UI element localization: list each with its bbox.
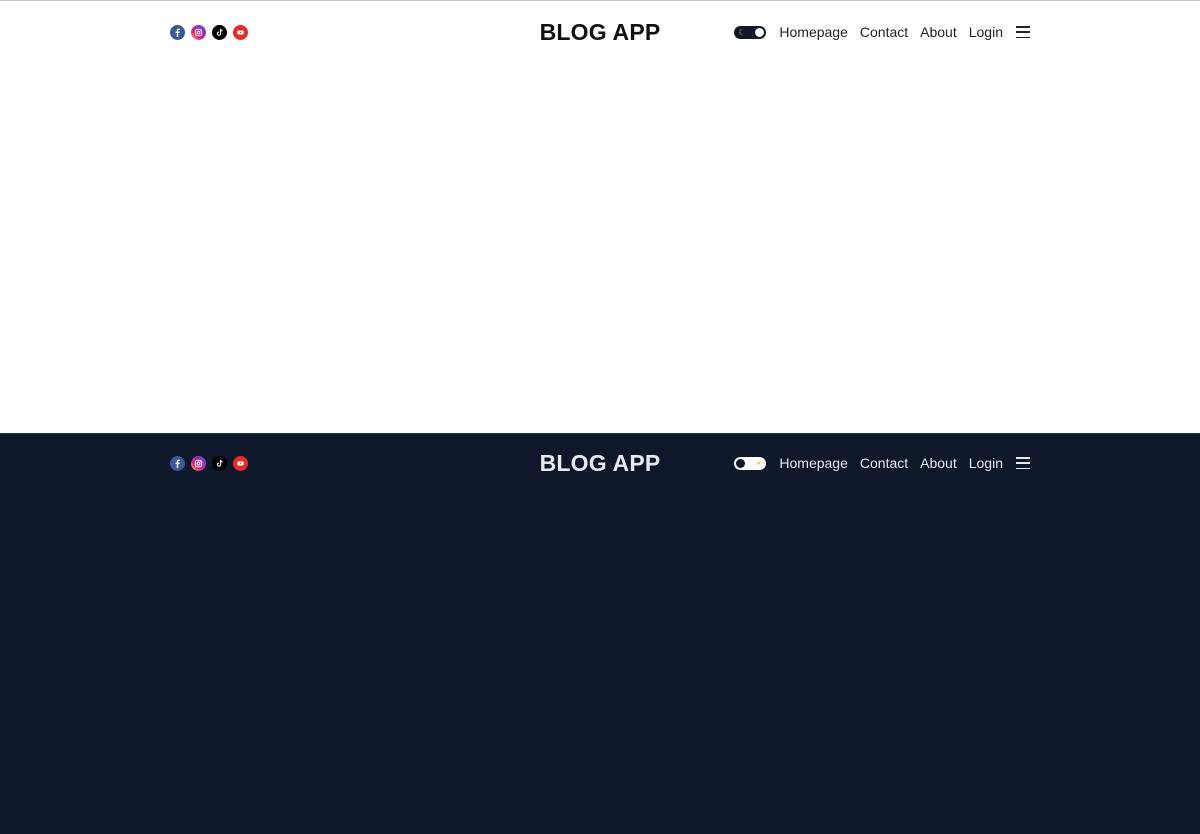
facebook-icon[interactable]: [170, 24, 185, 40]
theme-toggle[interactable]: ☾: [734, 25, 767, 39]
light-theme-panel: BLOG APP ☾ Homepage Contact About Login: [0, 0, 1200, 433]
instagram-icon[interactable]: [191, 24, 206, 40]
nav-link-about[interactable]: About: [920, 455, 957, 471]
toggle-knob: [736, 458, 746, 468]
youtube-icon[interactable]: [233, 24, 248, 40]
tiktok-icon[interactable]: [212, 455, 227, 471]
hamburger-menu-icon[interactable]: [1016, 26, 1030, 38]
navbar-dark: BLOG APP ☀ Homepage Contact About Login: [170, 448, 1030, 478]
nav-link-login[interactable]: Login: [969, 24, 1003, 40]
site-logo[interactable]: BLOG APP: [470, 450, 730, 477]
facebook-icon[interactable]: [170, 455, 185, 471]
sun-icon: ☀: [755, 458, 763, 468]
nav-link-homepage[interactable]: Homepage: [779, 455, 848, 471]
moon-icon: ☾: [738, 27, 746, 37]
dark-theme-panel: BLOG APP ☀ Homepage Contact About Login: [0, 433, 1200, 834]
nav-link-contact[interactable]: Contact: [860, 24, 908, 40]
theme-toggle[interactable]: ☀: [734, 456, 767, 470]
youtube-icon[interactable]: [233, 455, 248, 471]
nav-links: ☾ Homepage Contact About Login: [730, 24, 1030, 40]
nav-link-contact[interactable]: Contact: [860, 455, 908, 471]
social-links: [170, 24, 470, 40]
tiktok-icon[interactable]: [212, 24, 227, 40]
nav-link-homepage[interactable]: Homepage: [779, 24, 848, 40]
site-logo[interactable]: BLOG APP: [470, 19, 730, 46]
social-links: [170, 455, 470, 471]
nav-links: ☀ Homepage Contact About Login: [730, 455, 1030, 471]
nav-link-about[interactable]: About: [920, 24, 957, 40]
toggle-knob: [755, 27, 765, 37]
navbar-light: BLOG APP ☾ Homepage Contact About Login: [170, 17, 1030, 47]
nav-link-login[interactable]: Login: [969, 455, 1003, 471]
instagram-icon[interactable]: [191, 455, 206, 471]
hamburger-menu-icon[interactable]: [1016, 457, 1030, 469]
